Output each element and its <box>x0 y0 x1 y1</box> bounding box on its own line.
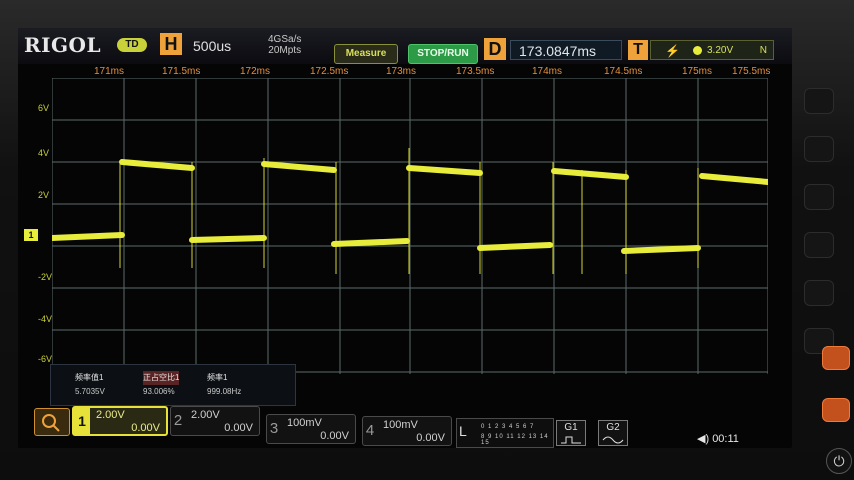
volt-tick-label: -6V <box>38 354 53 364</box>
measurement-value: 999.08Hz <box>207 387 242 396</box>
ch1-ground-marker[interactable]: 1 <box>24 229 38 241</box>
timebase-value[interactable]: 500us <box>193 38 231 54</box>
trigger-status[interactable]: ⚡ 3.20V N <box>650 40 774 60</box>
time-tick-label: 175.5ms <box>732 66 771 77</box>
power-icon[interactable]: ⏻ <box>826 448 852 474</box>
volt-tick-label: 4V <box>38 148 50 158</box>
measurement-item: 正占空比1 93.006% <box>143 371 180 399</box>
measurement-name: 频率1 <box>207 373 228 382</box>
channel-scale: 100mV <box>383 419 418 431</box>
channel-offset: 0.00V <box>131 422 160 434</box>
time-tick-label: 171.5ms <box>162 66 201 77</box>
logic-label: L <box>459 423 467 439</box>
side-softkey[interactable] <box>804 136 834 162</box>
channel-3-box[interactable]: 3 100mV 0.00V <box>266 414 356 444</box>
channel-offset: 0.00V <box>320 430 349 442</box>
memory-depth: 20Mpts <box>268 45 302 56</box>
clock-time: 00:11 <box>712 433 739 445</box>
g2-label: G2 <box>606 422 620 433</box>
time-tick-label: 172ms <box>240 66 271 77</box>
trigger-mode-flag: N <box>759 45 767 56</box>
trigger-icon[interactable]: T <box>628 40 648 60</box>
acquisition-info: 4GSa/s 20Mpts <box>268 34 301 56</box>
channel-dot-icon <box>693 46 702 55</box>
delay-value[interactable]: 173.0847ms <box>510 40 622 60</box>
magnifier-icon[interactable] <box>34 408 70 436</box>
measurement-name: 正占空比1 <box>143 371 180 385</box>
side-softkey[interactable] <box>804 280 834 306</box>
time-tick-label: 174ms <box>532 66 563 77</box>
volt-tick-label: 6V <box>38 103 50 113</box>
time-tick-label: 171ms <box>94 66 125 77</box>
measurement-item: 频率值1 5.7035V <box>75 371 105 399</box>
volt-tick-label: 2V <box>38 190 50 200</box>
volt-tick-label: -4V <box>38 314 53 324</box>
lit-softkey[interactable] <box>822 398 850 422</box>
g1-generator-button[interactable]: G1 <box>556 420 586 446</box>
time-tick-label: 174.5ms <box>604 66 643 77</box>
time-tick-label: 172.5ms <box>310 66 349 77</box>
time-tick-label: 173.5ms <box>456 66 495 77</box>
edge-trigger-icon: ⚡ <box>665 44 680 58</box>
channel-2-box[interactable]: 2 2.00V 0.00V <box>170 406 260 436</box>
channel-offset: 0.00V <box>224 422 253 434</box>
measurement-panel: 频率值1 5.7035V 正占空比1 93.006% 频率1 999.08Hz <box>50 364 296 406</box>
volt-tick-label: -2V <box>38 272 53 282</box>
horizontal-icon[interactable]: H <box>160 33 182 55</box>
channel-4-box[interactable]: 4 100mV 0.00V <box>362 416 452 446</box>
clock-display: ◀) 00:11 <box>697 432 739 445</box>
time-tick-label: 175ms <box>682 66 713 77</box>
measurement-value: 93.006% <box>143 387 175 396</box>
g1-label: G1 <box>564 422 578 433</box>
logic-channels-high: 8 9 10 11 12 13 14 15 <box>481 434 549 446</box>
speaker-icon[interactable]: ◀) <box>697 433 709 445</box>
brand-logo: RIGOL <box>24 33 102 57</box>
channel-number: 4 <box>365 422 375 439</box>
trigger-level: 3.20V <box>707 45 734 56</box>
channel-scale: 2.00V <box>191 409 220 421</box>
sine-wave-icon <box>602 436 624 444</box>
measurement-name: 频率值1 <box>75 373 104 382</box>
channel-scale: 100mV <box>287 417 322 429</box>
square-wave-icon <box>561 436 581 444</box>
delay-icon[interactable]: D <box>484 38 506 60</box>
measurement-value: 5.7035V <box>75 387 105 396</box>
side-softkey[interactable] <box>804 88 834 114</box>
logic-channels-low: 0 1 2 3 4 5 6 7 <box>481 424 535 430</box>
channel-number: 2 <box>173 412 183 429</box>
measure-button[interactable]: Measure <box>334 44 398 64</box>
sample-rate: 4GSa/s <box>268 34 302 45</box>
time-tick-label: 173ms <box>386 66 417 77</box>
channel-number: 1 <box>74 408 90 434</box>
logic-analyzer-box[interactable]: L 0 1 2 3 4 5 6 7 8 9 10 11 12 13 14 15 <box>456 418 554 448</box>
side-softkey[interactable] <box>804 184 834 210</box>
measurement-item: 频率1 999.08Hz <box>207 371 241 399</box>
stop-run-button[interactable]: STOP/RUN <box>408 44 478 64</box>
lit-softkey[interactable] <box>822 346 850 370</box>
waveform-grid[interactable] <box>52 78 768 374</box>
g2-generator-button[interactable]: G2 <box>598 420 628 446</box>
channel-number: 3 <box>269 420 279 437</box>
channel-scale: 2.00V <box>96 409 125 421</box>
channel-offset: 0.00V <box>416 432 445 444</box>
side-softkey[interactable] <box>804 232 834 258</box>
channel-1-box[interactable]: 1 2.00V 0.00V <box>72 406 168 436</box>
mode-badge[interactable]: TD <box>117 38 147 52</box>
